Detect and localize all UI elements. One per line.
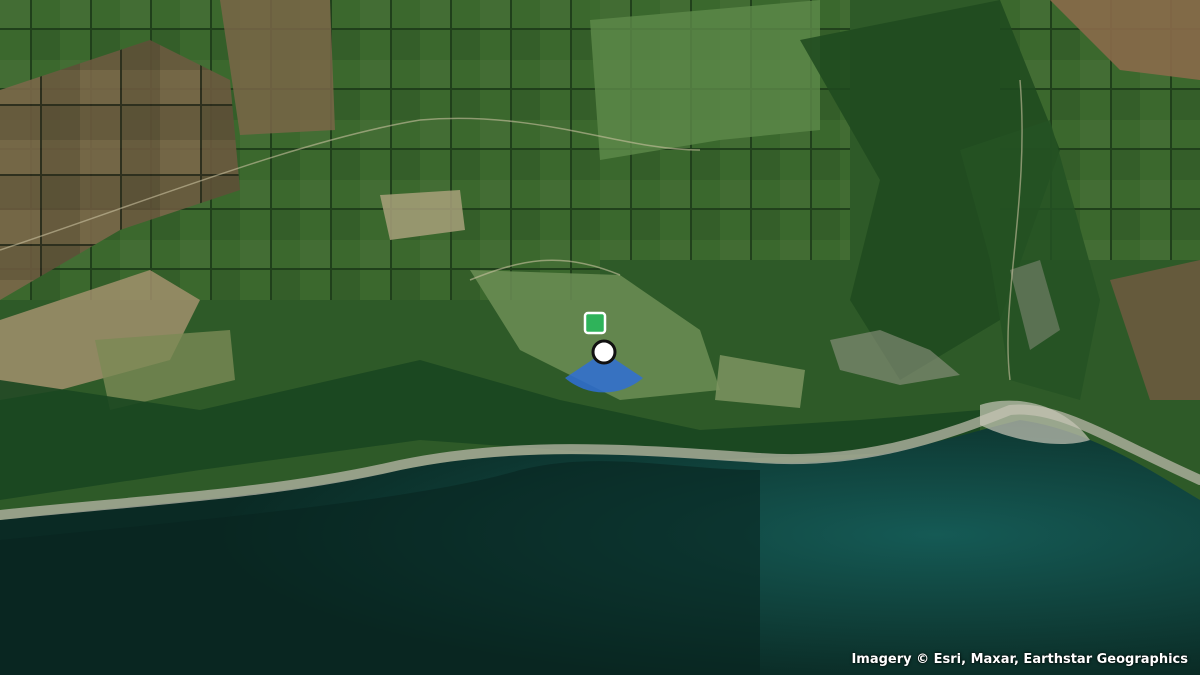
map-attribution: Imagery © Esri, Maxar, Earthstar Geograp… <box>851 652 1188 667</box>
square-marker-icon[interactable] <box>583 311 607 335</box>
location-dot-icon[interactable] <box>591 339 617 365</box>
satellite-map[interactable] <box>0 0 1200 675</box>
